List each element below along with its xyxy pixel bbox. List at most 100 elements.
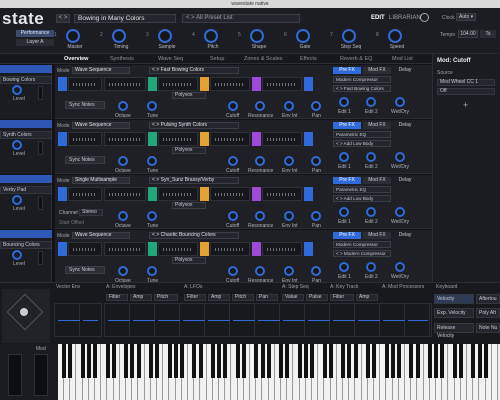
lane-chip[interactable]: [200, 187, 209, 201]
lane-seg[interactable]: [158, 187, 198, 201]
layer-name[interactable]: Synth Colors: [0, 131, 52, 139]
wet-dry-knob-icon[interactable]: [395, 97, 405, 107]
lane-chip[interactable]: [148, 187, 157, 201]
fx-preset-select[interactable]: < > Add Low Body: [333, 195, 391, 202]
lane-seg[interactable]: [262, 242, 302, 256]
vector-env-grid[interactable]: [54, 303, 102, 337]
macro-4[interactable]: 4 Pitch: [192, 29, 234, 51]
black-key[interactable]: [304, 344, 308, 378]
tempo-field[interactable]: 104.00: [458, 30, 478, 38]
tab-mod-list[interactable]: Mod List: [392, 56, 413, 62]
cutoff-knob-icon[interactable]: [228, 101, 238, 111]
black-key[interactable]: [434, 344, 439, 378]
black-key[interactable]: [155, 344, 160, 378]
env-pitch-cell[interactable]: Pitch: [154, 294, 178, 301]
black-key[interactable]: [347, 344, 352, 378]
macro-3[interactable]: 3 Sample: [146, 29, 188, 51]
joystick-handle-icon[interactable]: [20, 308, 28, 316]
black-key[interactable]: [372, 344, 377, 378]
lane-seg[interactable]: [210, 132, 250, 146]
lane-seg[interactable]: [262, 187, 302, 201]
piano-keyboard[interactable]: [58, 344, 500, 400]
pan-knob-icon[interactable]: [311, 156, 321, 166]
lane-seg[interactable]: [262, 132, 302, 146]
tune-knob-icon[interactable]: [147, 266, 157, 276]
edit2-knob-icon[interactable]: [366, 262, 376, 272]
tune-knob-icon[interactable]: [147, 211, 157, 221]
black-key[interactable]: [235, 344, 240, 378]
tab-wave-seq[interactable]: Wave Seq: [158, 56, 183, 62]
knob-icon[interactable]: [158, 29, 172, 43]
macro-5[interactable]: 5 Shape: [238, 29, 280, 51]
mode-select[interactable]: Wave Sequence: [72, 232, 130, 239]
level-knob-icon[interactable]: [12, 140, 22, 150]
lane-seg[interactable]: [158, 242, 198, 256]
black-key[interactable]: [279, 344, 284, 378]
black-key[interactable]: [322, 344, 327, 378]
layer-header[interactable]: [0, 175, 52, 183]
mode-select[interactable]: Single Multisample: [72, 177, 130, 184]
sync-notes-button[interactable]: Sync Notes: [65, 266, 105, 274]
lane-chip[interactable]: [148, 77, 157, 91]
step-value-cell[interactable]: Value: [282, 294, 304, 301]
black-key[interactable]: [192, 344, 197, 378]
performance-button[interactable]: Performance: [16, 30, 54, 37]
pan-knob-icon[interactable]: [311, 211, 321, 221]
lane-chip[interactable]: [200, 132, 209, 146]
pan-knob-icon[interactable]: [311, 266, 321, 276]
black-key[interactable]: [483, 344, 488, 378]
edit2-knob-icon[interactable]: [366, 152, 376, 162]
delay-button[interactable]: Delay: [393, 232, 417, 239]
lane-chip[interactable]: [148, 242, 157, 256]
edit2-knob-icon[interactable]: [366, 97, 376, 107]
mode-select[interactable]: Wave Sequence: [72, 67, 130, 74]
black-key[interactable]: [136, 344, 141, 378]
lane-seg[interactable]: [104, 77, 146, 91]
knob-icon[interactable]: [296, 29, 310, 43]
tune-knob-icon[interactable]: [147, 101, 157, 111]
env-amp-cell[interactable]: Amp: [130, 294, 152, 301]
macro-2[interactable]: 2 Timing: [100, 29, 142, 51]
pitch-wheel[interactable]: [8, 354, 22, 396]
black-key[interactable]: [477, 344, 482, 378]
black-key[interactable]: [297, 344, 302, 378]
black-key[interactable]: [217, 344, 222, 378]
macro-1[interactable]: 1 Master: [54, 29, 96, 51]
tab-zones-scales[interactable]: Zones & Scales: [244, 56, 283, 62]
source-select[interactable]: Mod Wheel CC 1: [437, 79, 495, 86]
tab-synthesis[interactable]: Synthesis: [110, 56, 134, 62]
wet-dry-knob-icon[interactable]: [395, 262, 405, 272]
black-key[interactable]: [328, 344, 333, 378]
black-key[interactable]: [353, 344, 358, 378]
fx-preset-select[interactable]: < > Modern Compressor: [333, 250, 391, 257]
edit1-knob-icon[interactable]: [339, 262, 349, 272]
sync-notes-button[interactable]: Sync Notes: [65, 156, 105, 164]
wave-select[interactable]: < > Syn_Sunz Brassy/Verby: [149, 177, 239, 184]
black-key[interactable]: [198, 344, 203, 378]
black-key[interactable]: [409, 344, 414, 378]
tab-setup[interactable]: Setup: [210, 56, 224, 62]
vector-joystick[interactable]: [2, 289, 50, 343]
fx-select[interactable]: Parametric EQ: [333, 131, 391, 138]
lane-seg[interactable]: [68, 242, 102, 256]
fx-select[interactable]: Modern Compressor: [333, 76, 391, 83]
edit2-knob-icon[interactable]: [366, 207, 376, 217]
fx-select[interactable]: Parametric EQ: [333, 186, 391, 193]
black-key[interactable]: [211, 344, 215, 378]
lane-chip[interactable]: [252, 132, 261, 146]
delay-button[interactable]: Delay: [393, 67, 417, 74]
black-key[interactable]: [180, 344, 184, 378]
black-key[interactable]: [260, 344, 265, 378]
lane-seg[interactable]: [104, 242, 146, 256]
black-key[interactable]: [111, 344, 116, 378]
preset-name-field[interactable]: Bowing in Many Colors: [74, 14, 176, 23]
lane-seg[interactable]: [68, 132, 102, 146]
cutoff-knob-icon[interactable]: [228, 266, 238, 276]
octave-knob-icon[interactable]: [118, 156, 128, 166]
knob-icon[interactable]: [204, 29, 218, 43]
black-key[interactable]: [80, 344, 85, 378]
globe-icon[interactable]: [420, 13, 429, 22]
lane-seg[interactable]: [104, 187, 146, 201]
lane-chip[interactable]: [200, 242, 209, 256]
black-key[interactable]: [310, 344, 315, 378]
